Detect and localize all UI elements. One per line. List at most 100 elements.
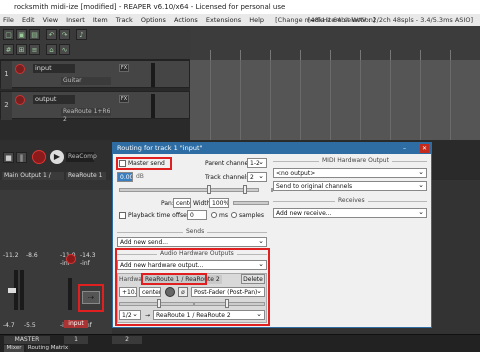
audio-device-info[interactable]: [48kHz 64bit WAV : 2/2ch 48spls - 3.4/5.… <box>308 14 473 26</box>
play-icon[interactable]: ▶ <box>50 150 64 164</box>
arrange-view[interactable] <box>190 60 480 140</box>
track-channels-label: Track channels: <box>205 174 252 181</box>
dialog-title: Routing for track 1 "input" <box>113 143 431 154</box>
playback-offset-field[interactable]: 0 <box>187 210 207 220</box>
audio-hw-highlight <box>115 248 270 326</box>
envelope-icon[interactable]: ∿ <box>59 44 70 55</box>
pan-label: Pan: <box>161 200 174 207</box>
route-short-label[interactable]: ReaRoute 1 / <box>66 172 106 187</box>
snap-icon[interactable]: ⊞ <box>16 44 27 55</box>
menu-track[interactable]: Track <box>116 16 133 24</box>
menu-bar: File Edit View Insert Item Track Options… <box>0 14 480 26</box>
sends-title: Sends <box>183 228 208 235</box>
volume-unit-icon: dB <box>136 173 144 180</box>
track-meter <box>151 63 155 87</box>
grid-icon[interactable]: # <box>3 44 14 55</box>
volume-slider[interactable] <box>119 188 259 192</box>
routing-dialog: Routing for track 1 "input" – ✕ Master s… <box>112 142 432 328</box>
track-1-panel[interactable]: 1 input FX Guitar <box>0 60 190 89</box>
mixer-tab[interactable]: Mixer <box>4 345 24 352</box>
record-arm-button[interactable] <box>15 95 25 105</box>
undo-icon[interactable]: ↶ <box>46 29 57 40</box>
width-slider[interactable] <box>233 201 269 205</box>
mixer-panel: -11.2 -8.6 -11.0 -14.3 -inf -inf ⇢ -4.7 … <box>0 190 112 334</box>
midi-output-select[interactable]: <no output> <box>273 168 427 178</box>
volume-slider-knob[interactable] <box>207 185 211 194</box>
track-2-panel[interactable]: 2 output FX ReaRoute 1+R6 2 <box>0 91 190 123</box>
meter-bottom-2: -5.5 <box>24 322 36 329</box>
menu-extensions[interactable]: Extensions <box>206 16 241 24</box>
footer-bar: MASTER 1 2 Mixer Routing Matrix <box>0 334 480 352</box>
minimize-icon[interactable]: – <box>400 144 409 153</box>
pan-field[interactable]: center <box>173 198 191 208</box>
input-peak-r: -14.3 <box>80 252 96 259</box>
parent-channels-select[interactable]: 1-2 <box>247 158 267 168</box>
lock-icon[interactable]: ⌂ <box>46 44 57 55</box>
transport-bar: ■ ‖ ▶ ReaComp Main Output 1 / Mon ReaRou… <box>0 140 112 187</box>
width-slider-knob[interactable] <box>243 185 247 194</box>
menu-options[interactable]: Options <box>141 16 166 24</box>
track-number: 2 <box>1 92 12 120</box>
pause-icon[interactable]: ‖ <box>16 152 27 163</box>
master-peak-r: -8.6 <box>26 252 38 259</box>
track-number: 1 <box>1 61 12 89</box>
master-strip-label[interactable]: MASTER <box>4 336 50 344</box>
menu-file[interactable]: File <box>3 16 14 24</box>
track-channels-select[interactable]: 2 <box>247 172 267 182</box>
add-receive-select[interactable]: Add new receive... <box>273 208 427 218</box>
receives-title: Receives <box>335 197 368 204</box>
ripple-icon[interactable]: ≡ <box>29 44 40 55</box>
track-meter <box>151 94 155 118</box>
track-input-label[interactable]: ReaRoute 1+R6 2 <box>61 108 111 123</box>
samples-radio[interactable] <box>231 212 237 218</box>
master-send-highlight <box>116 157 172 170</box>
output-peak-r: -inf <box>80 260 90 267</box>
strip-number-1: 1 <box>64 336 88 344</box>
hardware-value-highlight <box>141 273 207 285</box>
main-toolbar: ▢ ▣ ▤ ↶ ↷ ♪ # ⊞ ≡ ⌂ ∿ <box>0 26 190 60</box>
track-input-label[interactable]: Guitar <box>61 77 111 85</box>
routing-button-highlight <box>78 284 104 312</box>
open-project-icon[interactable]: ▣ <box>16 29 27 40</box>
plugin-label[interactable]: ReaComp <box>66 152 97 162</box>
samples-label: samples <box>239 212 264 219</box>
master-meter-r <box>20 270 24 310</box>
mixer-record-arm[interactable] <box>66 254 76 264</box>
menu-help[interactable]: Help <box>249 16 264 24</box>
master-fader-knob[interactable] <box>8 288 16 293</box>
track-volume-field[interactable]: 0.00 <box>117 172 133 182</box>
playback-offset-label: Playback time offset: <box>128 212 192 219</box>
strip-label-input[interactable]: input <box>64 320 88 328</box>
routing-matrix-tab[interactable]: Routing Matrix <box>26 345 70 352</box>
input-meter <box>68 278 72 310</box>
record-arm-button[interactable] <box>15 64 25 74</box>
add-send-select[interactable]: Add new send... <box>117 237 267 247</box>
master-peak-l: -11.2 <box>3 252 19 259</box>
save-icon[interactable]: ▤ <box>29 29 40 40</box>
meter-bottom-1: -4.7 <box>3 322 15 329</box>
playback-offset-checkbox[interactable] <box>119 212 126 219</box>
midi-hw-title: MIDI Hardware Output <box>319 157 392 164</box>
track-name-field[interactable]: output <box>33 95 75 104</box>
fx-button[interactable]: FX <box>119 95 129 103</box>
menu-actions[interactable]: Actions <box>174 16 198 24</box>
stop-icon[interactable]: ■ <box>3 152 14 163</box>
menu-edit[interactable]: Edit <box>22 16 35 24</box>
menu-insert[interactable]: Insert <box>66 16 85 24</box>
fx-button[interactable]: FX <box>119 64 129 72</box>
track-name-field[interactable]: input <box>33 64 75 73</box>
strip-number-2: 2 <box>112 336 142 344</box>
metronome-icon[interactable]: ♪ <box>76 29 87 40</box>
timeline-ruler[interactable] <box>190 26 480 60</box>
new-project-icon[interactable]: ▢ <box>3 29 14 40</box>
record-button[interactable] <box>32 150 46 164</box>
menu-item[interactable]: Item <box>93 16 108 24</box>
close-icon[interactable]: ✕ <box>420 144 429 153</box>
master-output-label[interactable]: Main Output 1 / Mon <box>2 172 64 187</box>
menu-view[interactable]: View <box>43 16 58 24</box>
width-field[interactable]: 100% <box>209 198 229 208</box>
window-title: rocksmith midi-ize [modified] - REAPER v… <box>0 0 480 14</box>
ms-radio[interactable] <box>211 212 217 218</box>
redo-icon[interactable]: ↷ <box>59 29 70 40</box>
midi-channels-select[interactable]: Send to original channels <box>273 181 427 191</box>
